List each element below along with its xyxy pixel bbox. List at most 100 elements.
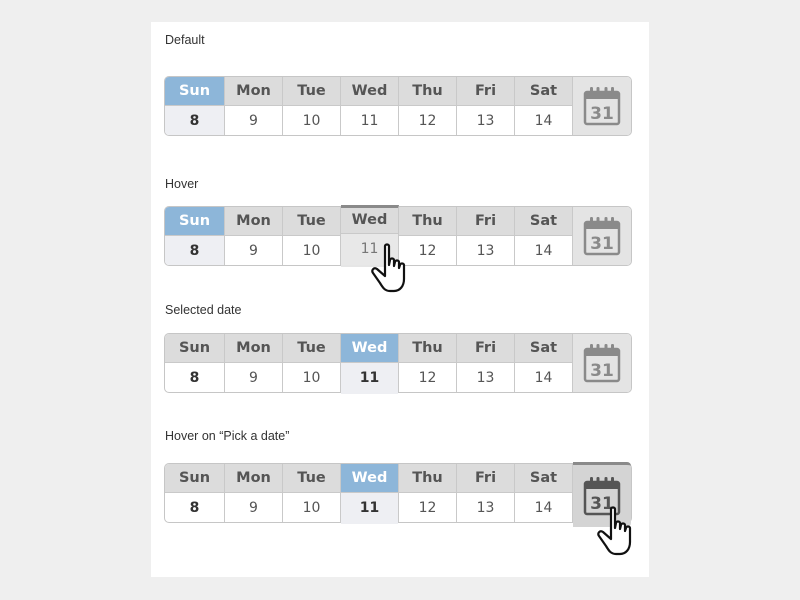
day-name: Tue <box>283 77 340 106</box>
day-tue[interactable]: Tue 10 <box>283 464 341 522</box>
day-date: 14 <box>534 113 553 129</box>
day-fri[interactable]: Fri 13 <box>457 207 515 265</box>
day-date: 9 <box>249 370 258 386</box>
day-name: Mon <box>225 77 282 106</box>
day-wed-selected[interactable]: Wed 11 <box>341 334 399 394</box>
calendar-icon: 31 <box>583 87 621 126</box>
section-label-hover: Hover <box>165 177 199 191</box>
day-date: 12 <box>418 370 437 386</box>
day-name: Tue <box>283 207 340 236</box>
day-sat[interactable]: Sat 14 <box>515 334 573 392</box>
day-name: Sun <box>165 207 224 236</box>
pick-a-date-button[interactable]: 31 <box>573 77 631 135</box>
day-name: Sun <box>165 464 224 493</box>
day-name: Wed <box>341 464 398 493</box>
day-sat[interactable]: Sat 14 <box>515 77 573 135</box>
day-name: Mon <box>225 207 282 236</box>
day-wed[interactable]: Wed 11 <box>341 77 399 135</box>
day-thu[interactable]: Thu 12 <box>399 464 457 522</box>
day-thu[interactable]: Thu 12 <box>399 77 457 135</box>
calendar-icon: 31 <box>583 217 621 256</box>
calendar-icon: 31 <box>583 477 621 516</box>
day-name: Fri <box>457 334 514 363</box>
day-fri[interactable]: Fri 13 <box>457 77 515 135</box>
calendar-icon: 31 <box>583 344 621 383</box>
day-date: 8 <box>189 500 200 516</box>
day-date: 11 <box>341 234 398 265</box>
day-mon[interactable]: Mon 9 <box>225 77 283 135</box>
day-name: Wed <box>341 77 398 106</box>
day-thu[interactable]: Thu 12 <box>399 334 457 392</box>
day-date: 10 <box>302 370 321 386</box>
day-tue[interactable]: Tue 10 <box>283 207 341 265</box>
day-name: Sun <box>165 77 224 106</box>
day-date: 12 <box>418 113 437 129</box>
date-strip-hover: Sun 8 Mon 9 Tue 10 Wed 11 Thu 12 Fri 13 Sat 14 … <box>164 205 632 293</box>
day-name: Thu <box>399 464 456 493</box>
day-name: Fri <box>457 77 514 106</box>
day-mon[interactable]: Mon 9 <box>225 464 283 522</box>
day-date: 8 <box>165 236 224 265</box>
day-date: 8 <box>165 106 224 135</box>
day-date: 11 <box>341 363 398 394</box>
date-strip-default: Sun 8 Mon 9 Tue 10 Wed 11 Thu 12 Fri 13 Sat 14 … <box>164 76 632 136</box>
day-wed-selected[interactable]: Wed 11 <box>341 464 399 524</box>
day-name: Sat <box>515 77 572 106</box>
day-wed-hovered[interactable]: Wed 11 <box>341 205 399 267</box>
day-name: Wed <box>341 208 398 234</box>
day-name: Mon <box>225 464 282 493</box>
day-fri[interactable]: Fri 13 <box>457 334 515 392</box>
date-strip-hover-picker: Sun 8 Mon 9 Tue 10 Wed 11 Thu 12 Fri 13 Sat 14 … <box>164 462 632 556</box>
day-sun[interactable]: Sun 8 <box>165 464 225 522</box>
day-name: Thu <box>399 334 456 363</box>
section-label-hover-pick-a-date: Hover on “Pick a date” <box>165 429 290 443</box>
day-name: Sun <box>165 334 224 363</box>
day-name: Tue <box>283 334 340 363</box>
day-mon[interactable]: Mon 9 <box>225 207 283 265</box>
calendar-icon-text: 31 <box>590 361 614 381</box>
day-name: Wed <box>341 334 398 363</box>
day-date: 14 <box>534 243 553 259</box>
day-name: Sat <box>515 464 572 493</box>
calendar-icon-text: 31 <box>590 494 614 514</box>
day-name: Tue <box>283 464 340 493</box>
day-date: 11 <box>341 493 398 524</box>
calendar-icon-text: 31 <box>590 234 614 254</box>
day-date: 9 <box>249 113 258 129</box>
day-mon[interactable]: Mon 9 <box>225 334 283 392</box>
day-date: 10 <box>302 500 321 516</box>
day-date: 13 <box>476 370 495 386</box>
day-date: 14 <box>534 370 553 386</box>
day-date: 13 <box>476 113 495 129</box>
day-date: 10 <box>302 243 321 259</box>
day-date: 9 <box>249 500 258 516</box>
day-sun[interactable]: Sun 8 <box>165 207 225 265</box>
day-thu[interactable]: Thu 12 <box>399 207 457 265</box>
day-tue[interactable]: Tue 10 <box>283 77 341 135</box>
day-name: Fri <box>457 207 514 236</box>
section-label-default: Default <box>165 33 205 47</box>
day-sun[interactable]: Sun 8 <box>165 334 225 392</box>
pick-a-date-button[interactable]: 31 <box>573 207 631 265</box>
day-date: 11 <box>360 113 379 129</box>
day-sat[interactable]: Sat 14 <box>515 207 573 265</box>
day-tue[interactable]: Tue 10 <box>283 334 341 392</box>
day-name: Sat <box>515 207 572 236</box>
date-strip-selected: Sun 8 Mon 9 Tue 10 Wed 11 Thu 12 Fri 13 Sat 14 … <box>164 333 632 394</box>
day-date: 14 <box>534 500 553 516</box>
pick-a-date-button-hovered[interactable]: 31 <box>573 462 631 527</box>
day-name: Thu <box>399 207 456 236</box>
day-fri[interactable]: Fri 13 <box>457 464 515 522</box>
day-name: Mon <box>225 334 282 363</box>
day-date: 12 <box>418 243 437 259</box>
day-sun[interactable]: Sun 8 <box>165 77 225 135</box>
day-name: Thu <box>399 77 456 106</box>
day-name: Sat <box>515 334 572 363</box>
day-sat[interactable]: Sat 14 <box>515 464 573 522</box>
day-date: 13 <box>476 243 495 259</box>
day-date: 12 <box>418 500 437 516</box>
day-date: 13 <box>476 500 495 516</box>
date-strip-states-panel: Default Sun 8 Mon 9 Tue 10 Wed 11 Thu 12 Fri 1… <box>151 22 649 577</box>
pick-a-date-button[interactable]: 31 <box>573 334 631 392</box>
day-name: Fri <box>457 464 514 493</box>
